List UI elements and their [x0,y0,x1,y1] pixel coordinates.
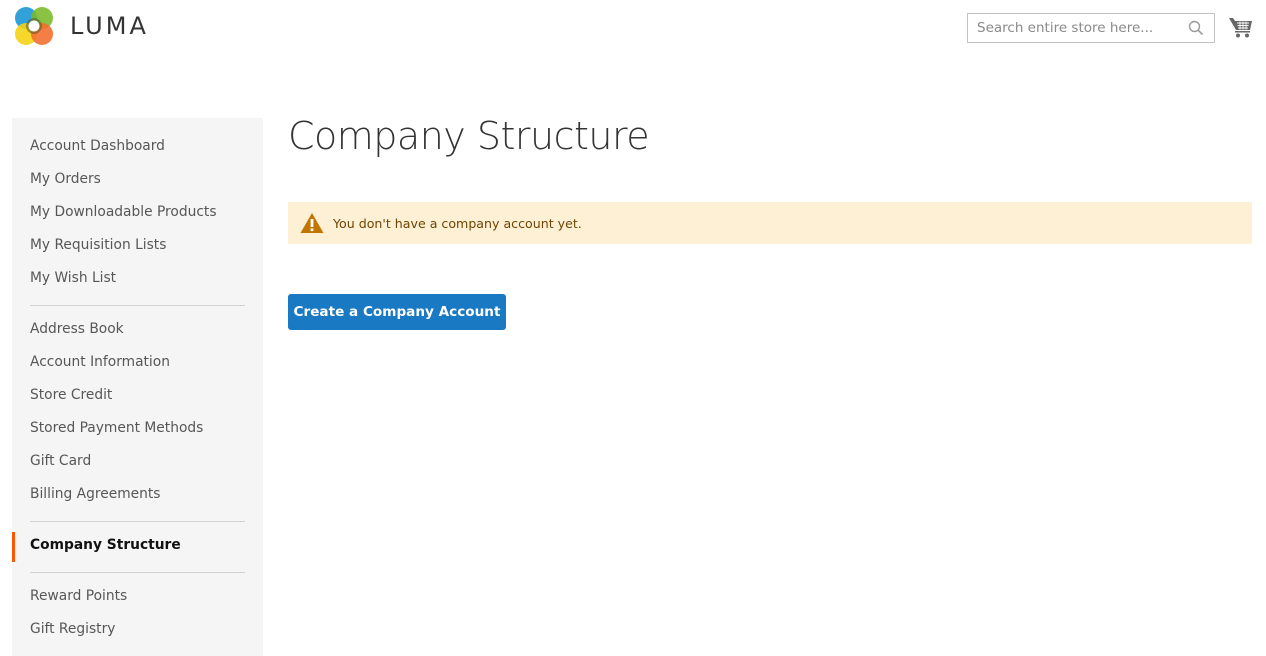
sidebar-divider [30,572,245,573]
sidebar-item-store-credit[interactable]: Store Credit [30,387,112,403]
sidebar-item-my-downloadable-products[interactable]: My Downloadable Products [30,204,217,220]
sidebar-item-my-wish-list[interactable]: My Wish List [30,270,116,286]
sidebar-item-company-structure: Company Structure [30,537,181,553]
sidebar-item-billing-agreements[interactable]: Billing Agreements [30,486,161,502]
sidebar-item-account-dashboard[interactable]: Account Dashboard [30,138,165,154]
sidebar-item-gift-registry[interactable]: Gift Registry [30,621,115,637]
logo-link[interactable]: LUMA [12,4,149,48]
search-icon[interactable] [1188,20,1204,36]
sidebar-item-my-requisition-lists[interactable]: My Requisition Lists [30,237,166,253]
luma-logo-icon [15,7,53,45]
current-item-indicator [12,532,15,562]
logo-text: LUMA [70,12,149,40]
warning-icon [300,213,324,233]
warning-message: You don't have a company account yet. [288,202,1252,244]
search-input[interactable] [968,14,1187,42]
sidebar-item-address-book[interactable]: Address Book [30,321,124,337]
sidebar-item-stored-payment-methods[interactable]: Stored Payment Methods [30,420,203,436]
create-company-account-button[interactable]: Create a Company Account [288,294,506,330]
sidebar-item-reward-points[interactable]: Reward Points [30,588,127,604]
page-title: Company Structure [288,114,650,158]
sidebar-item-gift-card[interactable]: Gift Card [30,453,91,469]
warning-message-text: You don't have a company account yet. [333,215,582,231]
sidebar-divider [30,305,245,306]
page-header: LUMA [0,0,1266,60]
sidebar-item-my-orders[interactable]: My Orders [30,171,101,187]
search-box [967,13,1215,43]
sidebar-divider [30,521,245,522]
sidebar-item-account-information[interactable]: Account Information [30,354,170,370]
cart-icon[interactable] [1229,16,1253,38]
account-sidebar: Account Dashboard My Orders My Downloada… [12,118,263,656]
